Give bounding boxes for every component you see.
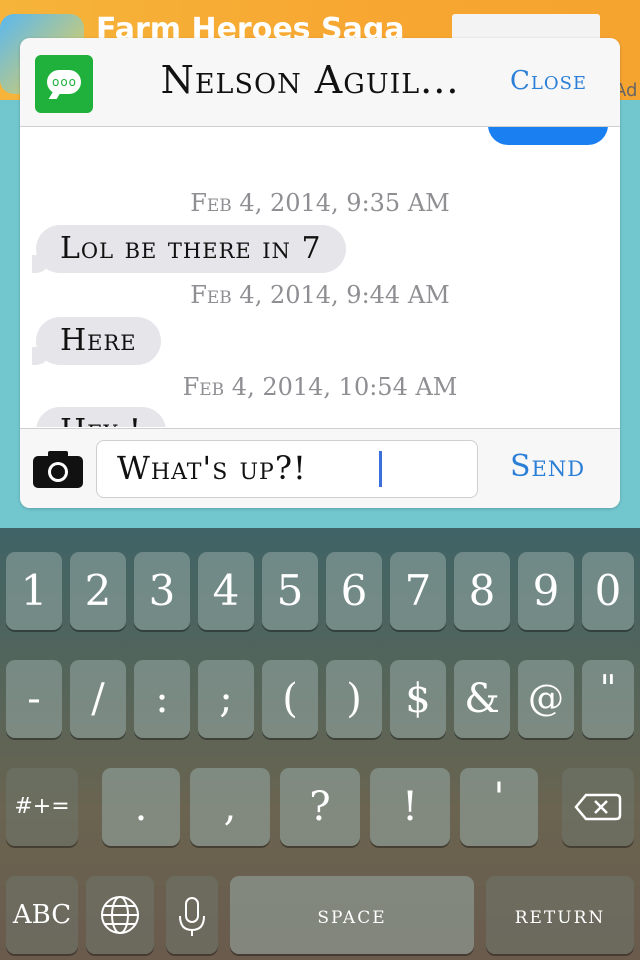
key-hyphen[interactable]: - [6, 660, 62, 738]
key-6[interactable]: 6 [326, 552, 382, 630]
contact-name: Nelson Aguil... [160, 58, 460, 102]
conversation-view[interactable]: Feb 4, 2014, 9:35 AM Lol be there in 7 F… [20, 127, 620, 427]
received-message: Here [32, 317, 161, 365]
key-more-symbols[interactable]: #+= [6, 768, 78, 846]
messages-app-icon: ooo [35, 55, 93, 113]
key-question[interactable]: ? [280, 768, 360, 846]
key-open-paren[interactable]: ( [262, 660, 318, 738]
key-9[interactable]: 9 [518, 552, 574, 630]
keyboard: 1 2 3 4 5 6 7 8 9 0 - / : ; ( ) $ & @ " … [0, 528, 640, 960]
key-4[interactable]: 4 [198, 552, 254, 630]
key-apostrophe[interactable]: ' [460, 768, 538, 846]
received-message: Hey ! [36, 407, 166, 427]
text-cursor [379, 451, 382, 487]
key-7[interactable]: 7 [390, 552, 446, 630]
key-dollar[interactable]: $ [390, 660, 446, 738]
quick-reply-popup: ooo Nelson Aguil... Close Feb 4, 2014, 9… [20, 38, 620, 508]
key-comma[interactable]: , [190, 768, 270, 846]
key-2[interactable]: 2 [70, 552, 126, 630]
key-abc[interactable]: ABC [6, 876, 78, 954]
message-timestamp: Feb 4, 2014, 9:44 AM [190, 281, 450, 309]
key-colon[interactable]: : [134, 660, 190, 738]
key-0[interactable]: 0 [582, 552, 634, 630]
message-input-value: What's up?! [117, 449, 307, 487]
message-timestamp: Feb 4, 2014, 9:35 AM [190, 189, 450, 217]
space-key[interactable]: space [230, 876, 474, 954]
key-5[interactable]: 5 [262, 552, 318, 630]
popup-header: ooo Nelson Aguil... Close [20, 38, 620, 127]
backspace-icon [574, 793, 622, 821]
microphone-icon [179, 897, 205, 936]
return-key[interactable]: return [486, 876, 634, 954]
message-input[interactable]: What's up?! [96, 440, 478, 498]
globe-icon [101, 896, 139, 934]
key-period[interactable]: . [102, 768, 180, 846]
key-semicolon[interactable]: ; [198, 660, 254, 738]
globe-button[interactable] [86, 876, 154, 954]
key-close-paren[interactable]: ) [326, 660, 382, 738]
camera-icon[interactable] [32, 449, 84, 489]
key-quote[interactable]: " [582, 660, 634, 738]
received-message: Lol be there in 7 [32, 225, 346, 273]
key-at[interactable]: @ [518, 660, 574, 738]
send-button[interactable]: Send [510, 449, 585, 484]
close-button[interactable]: Close [510, 66, 587, 96]
key-1[interactable]: 1 [6, 552, 62, 630]
key-ampersand[interactable]: & [454, 660, 510, 738]
delete-button[interactable] [562, 768, 634, 846]
key-3[interactable]: 3 [134, 552, 190, 630]
compose-bar: What's up?! Send [20, 428, 620, 508]
dictation-button[interactable] [166, 876, 218, 954]
key-slash[interactable]: / [70, 660, 126, 738]
sent-message-bubble [488, 127, 608, 145]
key-8[interactable]: 8 [454, 552, 510, 630]
key-exclamation[interactable]: ! [370, 768, 450, 846]
message-timestamp: Feb 4, 2014, 10:54 AM [182, 373, 458, 401]
